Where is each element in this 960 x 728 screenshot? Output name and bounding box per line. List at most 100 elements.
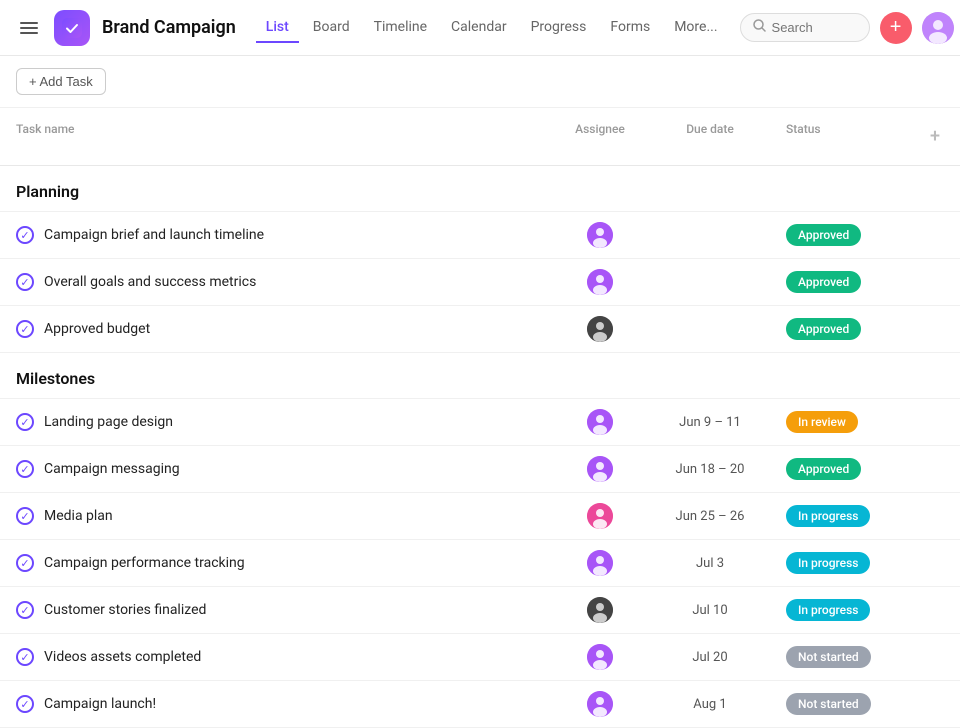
task-row[interactable]: ✓ Campaign brief and launch timeline Appro… [0,212,960,259]
section-planning: Planning [0,166,960,212]
avatar [587,550,613,576]
task-row[interactable]: ✓ Campaign performance tracking Jul 3 In pr… [0,540,960,587]
task-name-cell: ✓ Media plan [0,497,550,535]
status-badge: Not started [786,646,871,668]
task-row[interactable]: ✓Campaign messagingJun 18 – 20Approved [0,446,960,493]
col-due-date: Due date [650,116,770,157]
assignee-cell [550,306,650,352]
status-badge: In review [786,411,858,433]
task-name-cell: ✓Overall goals and success metrics [0,263,550,301]
col-task-name: Task name [0,116,550,157]
status-cell: Approved [770,448,910,490]
task-check-icon[interactable]: ✓ [16,507,34,525]
due-date-cell [650,225,770,245]
status-cell: Approved [770,214,910,256]
assignee-cell [550,399,650,445]
status-badge: In progress [786,599,870,621]
avatar [587,409,613,435]
task-check-icon[interactable]: ✓ [16,413,34,431]
tab-list[interactable]: List [256,13,299,43]
assignee-cell [550,540,650,586]
menu-button[interactable] [16,15,42,41]
nav-tabs: ListBoardTimelineCalendarProgressFormsMo… [256,13,728,43]
status-cell: In progress [770,589,910,631]
due-date-cell [650,272,770,292]
task-row[interactable]: ✓ Approved budget Approved [0,306,960,353]
task-check-icon[interactable]: ✓ [16,648,34,666]
task-check-icon[interactable]: ✓ [16,273,34,291]
task-check-icon[interactable]: ✓ [16,320,34,338]
assignee-cell [550,212,650,258]
status-cell: Not started [770,683,910,725]
add-task-button[interactable]: + Add Task [16,68,106,95]
avatar [587,503,613,529]
avatar [587,222,613,248]
task-name-text: Campaign performance tracking [44,555,245,571]
task-name-cell: ✓ Customer stories finalized [0,591,550,629]
app-icon [54,10,90,46]
status-cell: Approved [770,261,910,303]
task-name-cell: ✓ Campaign messaging [0,450,550,488]
due-date-cell: Aug 1 [650,687,770,722]
task-name-text: Campaign brief and launch timeline [44,227,264,243]
task-check-icon[interactable]: ✓ [16,226,34,244]
task-name-cell: ✓ Campaign performance tracking [0,544,550,582]
status-badge: Approved [786,224,861,246]
tab-timeline[interactable]: Timeline [364,13,437,43]
search-icon [753,19,766,36]
status-cell: Approved [770,308,910,350]
col-assignee: Assignee [550,116,650,157]
task-row[interactable]: ✓Overall goals and success metrics Approv… [0,259,960,306]
header-right: + [740,12,954,44]
status-badge: In progress [786,505,870,527]
assignee-cell [550,587,650,633]
due-date-cell: Jun 25 – 26 [650,499,770,534]
status-badge: Approved [786,271,861,293]
avatar [587,691,613,717]
due-date-cell: Jul 20 [650,640,770,675]
task-name-text: Videos assets completed [44,649,201,665]
avatar [587,597,613,623]
task-check-icon[interactable]: ✓ [16,460,34,478]
task-row[interactable]: ✓Landing page designJun 9 – 11In review [0,399,960,446]
status-badge: Approved [786,318,861,340]
due-date-cell: Jul 3 [650,546,770,581]
table-body: Planning ✓ Campaign brief and launch timel… [0,166,960,728]
task-check-icon[interactable]: ✓ [16,695,34,713]
task-name-text: Customer stories finalized [44,602,206,618]
task-row[interactable]: ✓Customer stories finalizedJul 10In prog… [0,587,960,634]
task-name-cell: ✓ Approved budget [0,310,550,348]
task-name-text: Approved budget [44,321,150,337]
assignee-cell [550,681,650,727]
search-box [740,13,870,42]
project-title: Brand Campaign [102,17,236,38]
avatar [587,316,613,342]
tab-more[interactable]: More... [664,13,727,43]
add-column-button[interactable]: + [910,116,960,157]
add-button[interactable]: + [880,12,912,44]
app-header: Brand Campaign ListBoardTimelineCalendar… [0,0,960,56]
status-badge: Approved [786,458,861,480]
tab-forms[interactable]: Forms [600,13,660,43]
search-input[interactable] [772,20,852,35]
user-avatar[interactable] [922,12,954,44]
task-name-cell: ✓ Videos assets completed [0,638,550,676]
status-badge: Not started [786,693,871,715]
task-row[interactable]: ✓Campaign launch!Aug 1Not started [0,681,960,728]
task-name-text: Campaign messaging [44,461,180,477]
task-row[interactable]: ✓ Videos assets completed Jul 20 Not starte… [0,634,960,681]
assignee-cell [550,634,650,680]
status-badge: In progress [786,552,870,574]
assignee-cell [550,446,650,492]
task-name-cell: ✓ Landing page design [0,403,550,441]
task-check-icon[interactable]: ✓ [16,554,34,572]
status-cell: In review [770,401,910,443]
task-name-text: Media plan [44,508,113,524]
tab-board[interactable]: Board [303,13,360,43]
section-milestones: Milestones [0,353,960,399]
task-name-text: Landing page design [44,414,173,430]
tab-progress[interactable]: Progress [521,13,597,43]
task-row[interactable]: ✓ Media plan Jun 25 – 26 In progress [0,493,960,540]
tab-calendar[interactable]: Calendar [441,13,517,43]
task-check-icon[interactable]: ✓ [16,601,34,619]
